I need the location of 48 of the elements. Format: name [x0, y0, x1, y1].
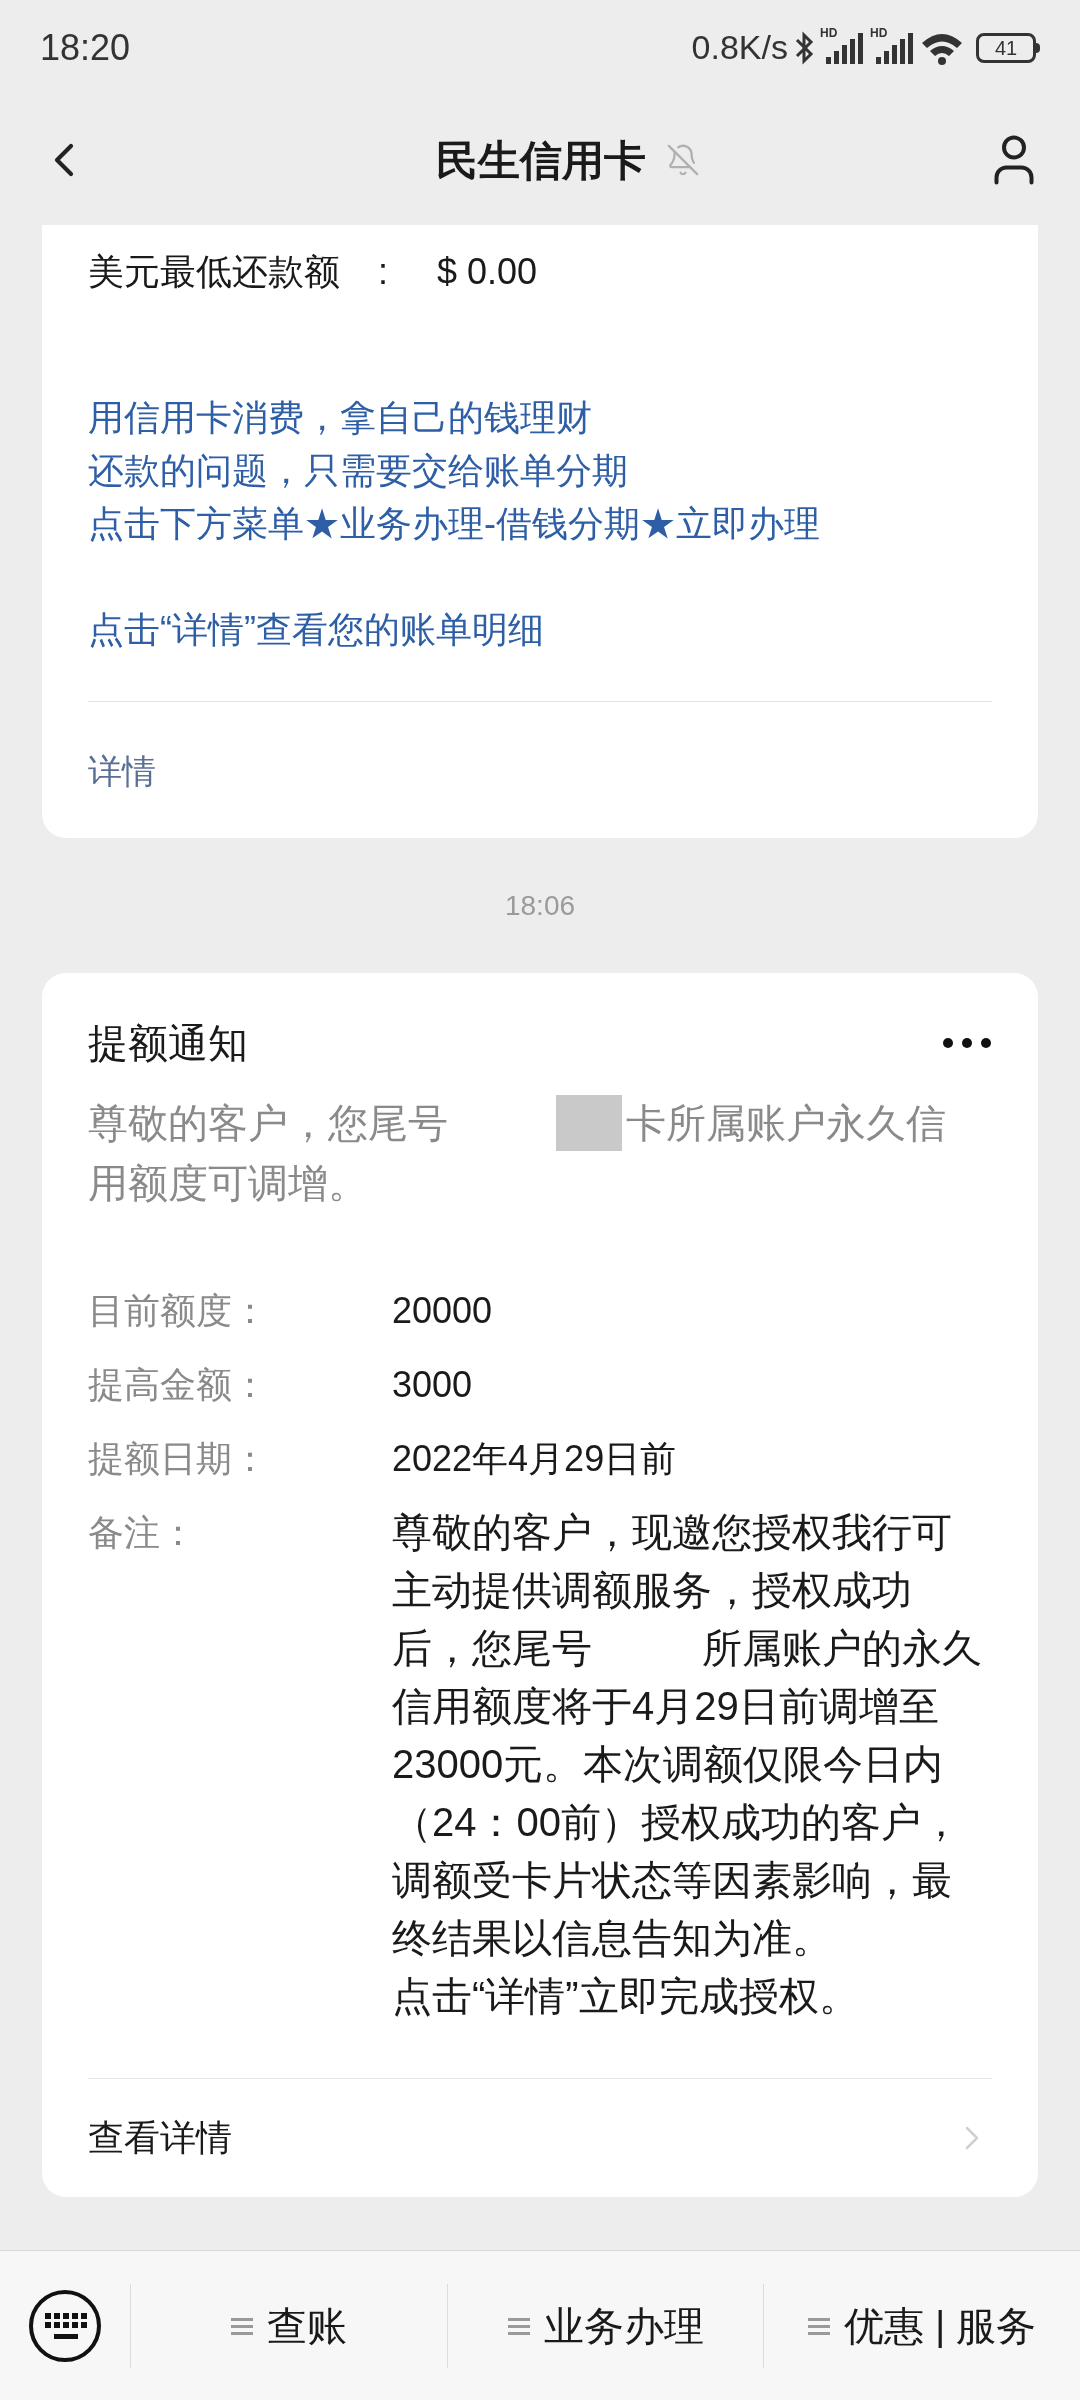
message-time: 18:06 [504, 888, 576, 923]
note-text: 点击“详情”立即完成授权。 [392, 1973, 859, 2020]
redaction-block [556, 1095, 622, 1151]
bluetooth-icon [794, 30, 814, 65]
note-text: 尊敬的客户，现邀您授权我行可 [392, 1509, 952, 1556]
menu-icon [507, 2316, 530, 2335]
menu-tab[interactable]: 查账 [230, 2295, 347, 2356]
row-separator: : [378, 250, 389, 294]
menu-icon [807, 2316, 830, 2335]
note-text: 终结果以信息告知为准。 [392, 1915, 832, 1962]
note-text: （24：00前）授权成功的客户， [392, 1799, 961, 1846]
note-text: 主动提供调额服务，授权成功 [392, 1567, 912, 1614]
promo-text: 点击下方菜单★业务办理-借钱分期★立即办理 [88, 502, 821, 546]
battery-level: 41 [994, 37, 1018, 58]
hd-label: HD [820, 26, 838, 39]
keyboard-icon[interactable] [28, 2288, 102, 2363]
note-text: 所属账户的永久 [702, 1625, 982, 1672]
bill-hint: 点击“详情”查看您的账单明细 [88, 608, 545, 652]
row-label: 美元最低还款额 [88, 250, 341, 294]
menu-icon [230, 2316, 253, 2335]
intro-text: 卡所属账户永久信 [626, 1100, 946, 1147]
field-value: 2022年4月29日前 [392, 1437, 677, 1481]
field-label: 备注： [88, 1511, 197, 1555]
note-text: 调额受卡片状态等因素影响，最 [392, 1857, 952, 1904]
note-text: 23000元。本次调额仅限今日内 [392, 1741, 944, 1788]
notice-title: 提额通知 [88, 1020, 248, 1067]
view-details-label: 查看详情 [88, 2116, 232, 2160]
intro-text: 尊敬的客户，您尾号 [88, 1100, 448, 1147]
details-link[interactable]: 详情 [88, 752, 156, 790]
note-text: 后，您尾号 [392, 1625, 592, 1672]
promo-text: 用信用卡消费，拿自己的钱理财 [88, 396, 593, 440]
field-label: 提高金额： [88, 1363, 269, 1407]
field-value: 3000 [392, 1363, 473, 1407]
note-text: 信用额度将于4月29日前调增至 [392, 1683, 939, 1730]
chat-title: 民生信用卡 [436, 135, 646, 186]
view-details-row[interactable]: 查看详情 [88, 2079, 992, 2197]
menu-tab[interactable]: 优惠 | 服务 [807, 2295, 1037, 2356]
field-value: 20000 [392, 1289, 493, 1333]
menu-tab[interactable]: 业务办理 [507, 2295, 704, 2356]
intro-text: 用额度可调增。 [88, 1160, 369, 1207]
network-speed: 0.8K/s [691, 27, 788, 68]
promo-text: 还款的问题，只需要交给账单分期 [88, 449, 629, 493]
hd-label: HD [870, 26, 888, 39]
field-label: 目前额度： [88, 1289, 269, 1333]
more-icon[interactable] [942, 1037, 992, 1049]
field-label: 提额日期： [88, 1437, 269, 1481]
status-time: 18:20 [40, 25, 131, 70]
row-value: $ 0.00 [437, 250, 538, 294]
